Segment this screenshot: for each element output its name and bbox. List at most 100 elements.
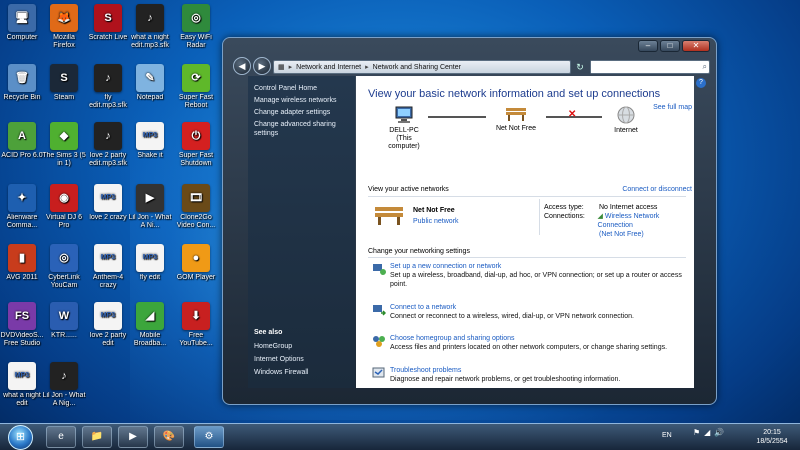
tray-volume-icon[interactable]: 🔊 <box>714 428 724 437</box>
desktop-icon[interactable]: MP3 fly edit <box>128 244 172 282</box>
windows-firewall-link[interactable]: Windows Firewall <box>254 368 308 377</box>
task-title[interactable]: Connect to a network <box>390 303 682 312</box>
control-panel-home-link[interactable]: Control Panel Home <box>254 84 349 93</box>
taskbar-media-player-button[interactable]: ▶ <box>118 426 148 448</box>
desktop-icon[interactable]: S Steam <box>42 64 86 102</box>
desktop-app-icon: ◢ <box>136 302 164 330</box>
network-info-grid: Access type: No Internet access Connecti… <box>544 203 694 239</box>
desktop-icon[interactable]: MP3 love 2 party edit <box>86 302 130 348</box>
taskbar-paint-button[interactable]: 🎨 <box>154 426 184 448</box>
desktop-app-icon: ◎ <box>50 244 78 272</box>
map-network[interactable]: Net Not Free <box>488 106 544 133</box>
bench-icon <box>506 108 526 121</box>
start-button[interactable]: ⊞ <box>8 425 33 450</box>
desktop-icon-label: Steam <box>53 94 75 101</box>
advanced-sharing-link[interactable]: Change advanced sharing settings <box>254 120 349 138</box>
search-box[interactable]: ⌕ <box>590 60 710 74</box>
address-bar[interactable]: ▦ ▸ Network and Internet ▸ Network and S… <box>273 60 571 74</box>
desktop-app-icon: MP3 <box>94 302 122 330</box>
setup-connection-icon <box>373 264 386 275</box>
desktop-icon[interactable]: ⬇ Free YouTube... <box>174 302 218 348</box>
main-pane: ? View your basic network information an… <box>356 76 706 388</box>
search-icon[interactable]: ⌕ <box>703 62 707 72</box>
desktop-icon[interactable]: ♪ what a night edit.mp3.sfk <box>128 4 172 50</box>
desktop-app-icon: ♪ <box>94 122 122 150</box>
taskbar-ie-button[interactable]: e <box>46 426 76 448</box>
breadcrumb-sharing-center[interactable]: Network and Sharing Center <box>373 64 461 71</box>
desktop-app-icon: ⏻ <box>182 122 210 150</box>
desktop-icon[interactable]: ⏻ Super Fast Shutdown <box>174 122 218 168</box>
breadcrumb-network-internet[interactable]: Network and Internet <box>296 64 361 71</box>
desktop-icon[interactable]: ♪ love 2 party edit.mp3.sfk <box>86 122 130 168</box>
task-title[interactable]: Choose homegroup and sharing options <box>390 334 682 343</box>
desktop-icon[interactable]: ◉ Virtual DJ 6 Pro <box>42 184 86 230</box>
computer-icon <box>395 106 413 123</box>
taskbar-explorer-button[interactable]: 📁 <box>82 426 112 448</box>
globe-icon <box>617 106 635 124</box>
desktop-icon[interactable]: ▮ AVG 2011 <box>0 244 44 282</box>
task-title[interactable]: Set up a new connection or network <box>390 262 682 271</box>
minimize-button[interactable]: – <box>638 40 658 52</box>
desktop-app-icon: ● <box>182 244 210 272</box>
taskbar-control-panel-button[interactable]: ⚙ <box>194 426 224 448</box>
desktop-icon[interactable]: ◆ The Sims 3 (5 in 1) <box>42 122 86 168</box>
desktop-icon[interactable]: ✦ Alienware Comma... <box>0 184 44 230</box>
forward-button[interactable]: ▶ <box>253 57 271 75</box>
task-title[interactable]: Troubleshoot problems <box>390 366 682 375</box>
back-button[interactable]: ◀ <box>233 57 251 75</box>
desktop-icon[interactable]: FS DVDVideoS... Free Studio <box>0 302 44 348</box>
divider <box>368 257 686 258</box>
search-input[interactable] <box>591 61 695 73</box>
network-sharing-center-window: – □ ✕ ◀ ▶ ▦ ▸ Network and Internet ▸ Net… <box>222 37 717 405</box>
desktop-icon[interactable]: ✎ Notepad <box>128 64 172 102</box>
wireless-connection-link[interactable]: Wireless Network Connection <box>598 213 660 229</box>
map-computer[interactable]: DELL-PC (This computer) <box>382 106 426 151</box>
desktop-icon[interactable]: ♪ Lil Jon - What A Nig... <box>42 362 86 408</box>
task-description: Connect or reconnect to a wireless, wire… <box>390 313 634 320</box>
desktop-icon[interactable]: 🗑 Recycle Bin <box>0 64 44 102</box>
tray-network-icon[interactable]: ◢ <box>704 428 710 437</box>
desktop-app-icon: 🦊 <box>50 4 78 32</box>
desktop-icon[interactable]: ♪ fly edit.mp3.sfk <box>86 64 130 110</box>
desktop-icon[interactable]: ● GOM Player <box>174 244 218 282</box>
desktop-icon[interactable]: W KTR...... <box>42 302 86 340</box>
change-adapter-link[interactable]: Change adapter settings <box>254 108 349 117</box>
network-type-link[interactable]: Public network <box>413 218 459 225</box>
see-full-map-link[interactable]: See full map <box>653 104 692 111</box>
tray-flag-icon[interactable]: ⚑ <box>693 428 700 437</box>
desktop-icon[interactable]: MP3 love 2 crazy <box>86 184 130 222</box>
task-description: Diagnose and repair network problems, or… <box>390 376 621 383</box>
desktop-icon[interactable]: 🎞 Clone2Go Video Con... <box>174 184 218 230</box>
help-icon[interactable]: ? <box>696 78 706 88</box>
internet-options-link[interactable]: Internet Options <box>254 355 308 364</box>
desktop-icon[interactable]: 🦊 Mozilla Firefox <box>42 4 86 50</box>
desktop-icon[interactable]: ◎ Easy WiFi Radar <box>174 4 218 50</box>
desktop-app-icon: S <box>94 4 122 32</box>
maximize-button[interactable]: □ <box>660 40 680 52</box>
desktop-icon[interactable]: ▶ Lil Jon - What A Ni... <box>128 184 172 230</box>
desktop-app-icon: A <box>8 122 36 150</box>
vertical-divider <box>539 199 540 235</box>
close-button[interactable]: ✕ <box>682 40 710 52</box>
language-indicator[interactable]: EN <box>662 432 672 439</box>
desktop-icon[interactable]: A ACID Pro 6.0 <box>0 122 44 160</box>
desktop-icon[interactable]: S Scratch Live <box>86 4 130 42</box>
wireless-connection-sub[interactable]: (Net Not Free) <box>599 231 644 238</box>
desktop-icon[interactable]: ◢ Mobile Broadba... <box>128 302 172 348</box>
desktop-icon[interactable]: MP3 what a night edit <box>0 362 44 408</box>
desktop-icon[interactable]: ◎ CyberLink YouCam <box>42 244 86 290</box>
internet-label: Internet <box>614 127 638 134</box>
desktop-icon[interactable]: MP3 Anthem-4 crazy <box>86 244 130 290</box>
desktop-icon[interactable]: ⟳ Super Fast Reboot <box>174 64 218 110</box>
desktop-app-icon: MP3 <box>94 244 122 272</box>
access-type-label: Access type: <box>544 204 584 211</box>
manage-wireless-link[interactable]: Manage wireless networks <box>254 96 349 105</box>
map-internet[interactable]: Internet <box>604 106 648 135</box>
connect-disconnect-link[interactable]: Connect or disconnect <box>622 186 692 193</box>
clock[interactable]: 20:15 18/5/2554 <box>752 428 792 446</box>
homegroup-link[interactable]: HomeGroup <box>254 342 308 351</box>
desktop-icon[interactable]: 🖥 Computer <box>0 4 44 42</box>
desktop-icon-label: AVG 2011 <box>6 274 38 281</box>
refresh-icon[interactable]: ↻ <box>573 60 587 74</box>
desktop-icon[interactable]: MP3 Shake it <box>128 122 172 160</box>
